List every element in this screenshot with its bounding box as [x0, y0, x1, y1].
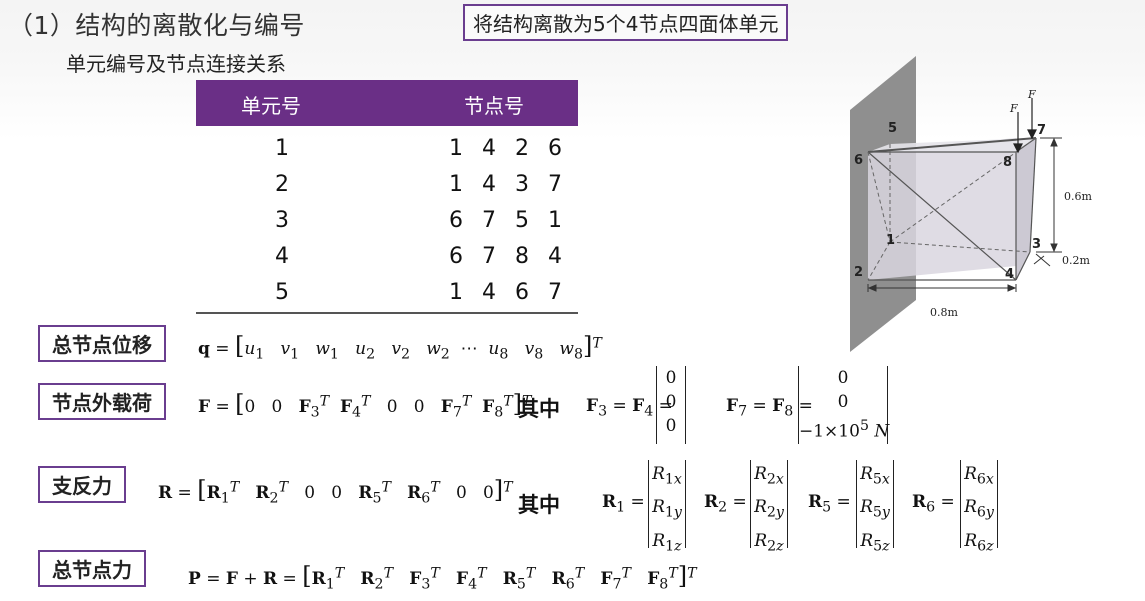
cell-unit: 1: [275, 136, 289, 161]
vector-load: 0 0 −1×105 N: [798, 366, 889, 444]
vector-r6: R6x R6y R6z: [960, 460, 998, 554]
page-title: （1）结构的离散化与编号: [8, 11, 305, 40]
cell-unit: 4: [275, 244, 289, 269]
callout-box: 将结构离散为5个4节点四面体单元: [463, 4, 789, 41]
vector-r1: R1x R1y R1z: [648, 460, 686, 554]
eq-total-force: P = F + R = [R1T R2T F3T F4T R5T R6T F7T…: [188, 562, 697, 593]
table-row: 4 6 7 8 4: [196, 244, 578, 280]
cell-nodes: 6 7 5 1: [449, 208, 568, 233]
cell-unit: 2: [275, 172, 289, 197]
node-label: 7: [1037, 123, 1046, 138]
qizhong-2: 其中: [518, 493, 560, 517]
cell-nodes: 6 7 8 4: [449, 244, 568, 269]
node-label: 8: [1003, 155, 1012, 170]
eq-r6: R6 =: [912, 492, 955, 516]
eq-reaction: R = [R1T R2T 0 0 R5T R6T 0 0]T: [158, 476, 513, 507]
table-row: 2 1 4 3 7: [196, 172, 578, 208]
eq-displacement: q = [u1 v1 w1 u2 v2 w2 ⋯ u8 v8 w8]T: [198, 332, 602, 363]
force-label: F: [1027, 88, 1036, 101]
force-label: F: [1009, 102, 1018, 115]
qizhong-1: 其中: [518, 397, 560, 421]
node-label: 3: [1032, 237, 1041, 252]
table-row: 3 6 7 5 1: [196, 208, 578, 244]
label-external-load: 节点外载荷: [38, 383, 166, 420]
header-nodes: 节点号: [464, 94, 524, 118]
vector-r5: R5x R5y R5z: [856, 460, 894, 554]
dim-depth: 0.2m: [1062, 254, 1090, 267]
vector-r2: R2x R2y R2z: [750, 460, 788, 554]
cell-unit: 3: [275, 208, 289, 233]
eq-r1: R1 =: [602, 492, 645, 516]
label-displacement: 总节点位移: [38, 325, 166, 362]
table-caption: 单元编号及节点连接关系: [66, 52, 286, 76]
cell-unit: 5: [275, 280, 289, 305]
node-label: 6: [854, 153, 863, 168]
eq-r2: R2 =: [704, 492, 747, 516]
table-row: 5 1 4 6 7: [196, 280, 578, 316]
table-bottom-rule: [196, 312, 578, 314]
header-unit: 单元号: [241, 94, 301, 118]
dim-width: 0.8m: [930, 306, 958, 319]
label-total-force: 总节点力: [38, 550, 146, 587]
label-reaction: 支反力: [38, 466, 126, 503]
eq-external-load: F = [0 0 F3T F4T 0 0 F7T F8T]T: [198, 390, 532, 421]
structure-figure: 5 6 7 8 1 2 3 4 F F 0.6m 0.2m 0.8m: [850, 56, 1092, 352]
eq-r5: R5 =: [808, 492, 851, 516]
dim-height: 0.6m: [1064, 190, 1092, 203]
node-label: 4: [1005, 267, 1014, 282]
node-label: 5: [888, 121, 897, 136]
cell-nodes: 1 4 3 7: [449, 172, 568, 197]
vector-zero: 000: [656, 366, 686, 444]
node-label: 1: [886, 233, 895, 248]
cell-nodes: 1 4 6 7: [449, 280, 568, 305]
table-header: 单元号 节点号: [196, 80, 578, 126]
cell-nodes: 1 4 2 6: [449, 136, 568, 161]
node-label: 2: [854, 265, 863, 280]
table-row: 1 1 4 2 6: [196, 136, 578, 172]
